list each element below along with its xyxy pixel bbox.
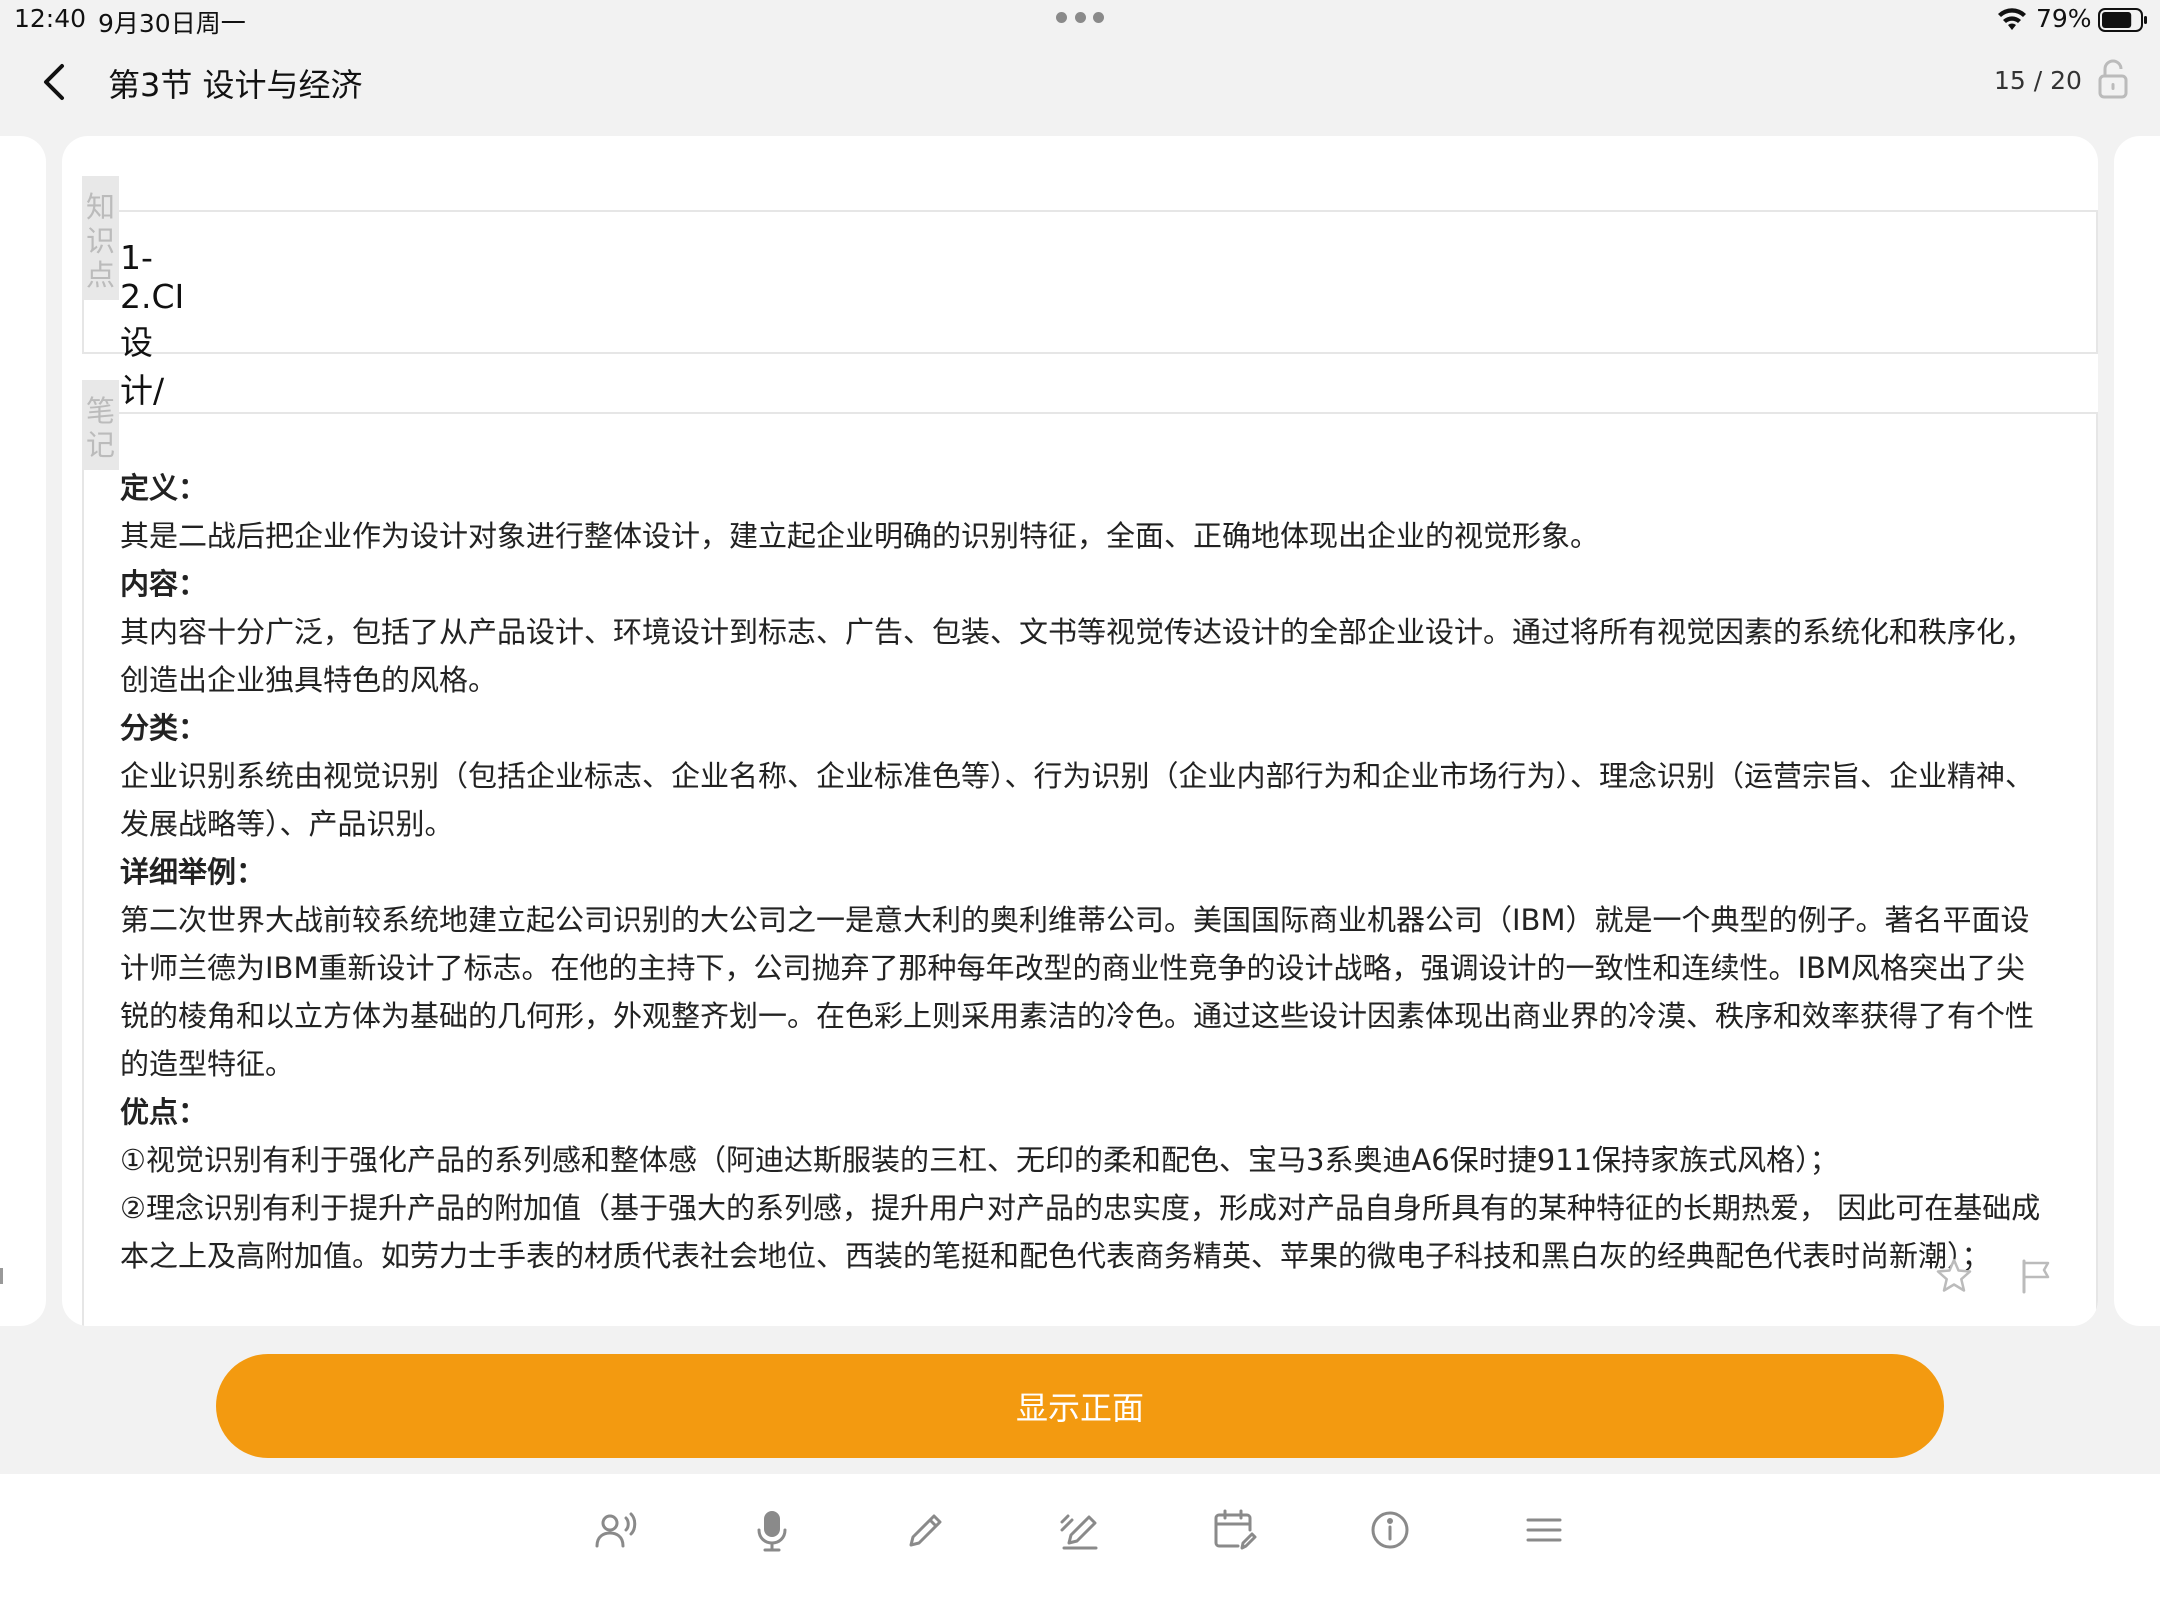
knowledge-box: [82, 210, 2098, 354]
note-heading: 分类：: [120, 711, 208, 745]
back-chevron-icon[interactable]: [36, 60, 74, 104]
note-paragraph: ①视觉识别有利于强化产品的系列感和整体感（阿迪达斯服装的三杠、无印的柔和配色、宝…: [120, 1143, 1839, 1177]
info-icon[interactable]: [1366, 1506, 1414, 1554]
pencil-icon[interactable]: [902, 1506, 950, 1554]
flashcard: 知识点 1-2.CI设计/企业识别系统（名简）★ 笔记 定义：其是二战后把企业作…: [62, 136, 2098, 1326]
note-paragraph: 第二次世界大战前较系统地建立起公司识别的大公司之一是意大利的奥利维蒂公司。美国国…: [120, 903, 2035, 1081]
flag-icon[interactable]: [2016, 1256, 2056, 1296]
status-bar: 12:40 9月30日周一 79%: [0, 0, 2160, 40]
next-card-peek[interactable]: [2114, 136, 2160, 1326]
page-counter: 15 / 20: [1994, 66, 2082, 95]
multitask-dots-icon[interactable]: [1056, 12, 1104, 24]
page-title: 第3节 设计与经济: [108, 66, 363, 104]
wifi-icon: [1998, 8, 2026, 30]
calendar-edit-icon[interactable]: [1210, 1506, 1258, 1554]
note-heading: 内容：: [120, 567, 208, 601]
pencil-edit-icon[interactable]: [1056, 1506, 1104, 1554]
note-paragraph: 其是二战后把企业作为设计对象进行整体设计，建立起企业明确的识别特征，全面、正确地…: [120, 519, 1600, 553]
notes-content: 定义： 其是二战后把企业作为设计对象进行整体设计，建立起企业明确的识别特征，全面、…: [120, 464, 2050, 1280]
note-paragraph: ②理念识别有利于提升产品的附加值（基于强大的系列感，提升用户对产品的忠实度，形成…: [120, 1191, 2041, 1273]
knowledge-label: 知识点: [82, 176, 120, 300]
nav-bar: 第3节 设计与经济 15 / 20: [0, 40, 2160, 135]
side-marker: [0, 1268, 3, 1284]
star-icon[interactable]: [1934, 1256, 1974, 1296]
speaker-voice-icon[interactable]: [592, 1506, 640, 1554]
bottom-toolbar: [0, 1474, 2160, 1620]
note-heading: 定义：: [120, 471, 208, 505]
note-heading: 详细举例：: [120, 855, 266, 889]
previous-card-peek[interactable]: [0, 136, 46, 1326]
status-time: 12:40: [14, 4, 87, 33]
battery-percent: 79%: [2036, 4, 2092, 33]
menu-icon[interactable]: [1520, 1506, 1568, 1554]
show-front-button[interactable]: 显示正面: [216, 1354, 1944, 1458]
notes-label: 笔记: [82, 380, 120, 470]
microphone-icon[interactable]: [748, 1506, 796, 1554]
status-date: 9月30日周一: [98, 9, 246, 38]
note-paragraph: 企业识别系统由视觉识别（包括企业标志、企业名称、企业标准色等）、行为识别（企业内…: [120, 759, 2035, 841]
lock-icon[interactable]: [2096, 58, 2130, 100]
battery-icon: [2098, 8, 2147, 32]
note-heading: 优点：: [120, 1095, 208, 1129]
note-paragraph: 其内容十分广泛，包括了从产品设计、环境设计到标志、广告、包装、文书等视觉传达设计…: [120, 615, 2035, 697]
